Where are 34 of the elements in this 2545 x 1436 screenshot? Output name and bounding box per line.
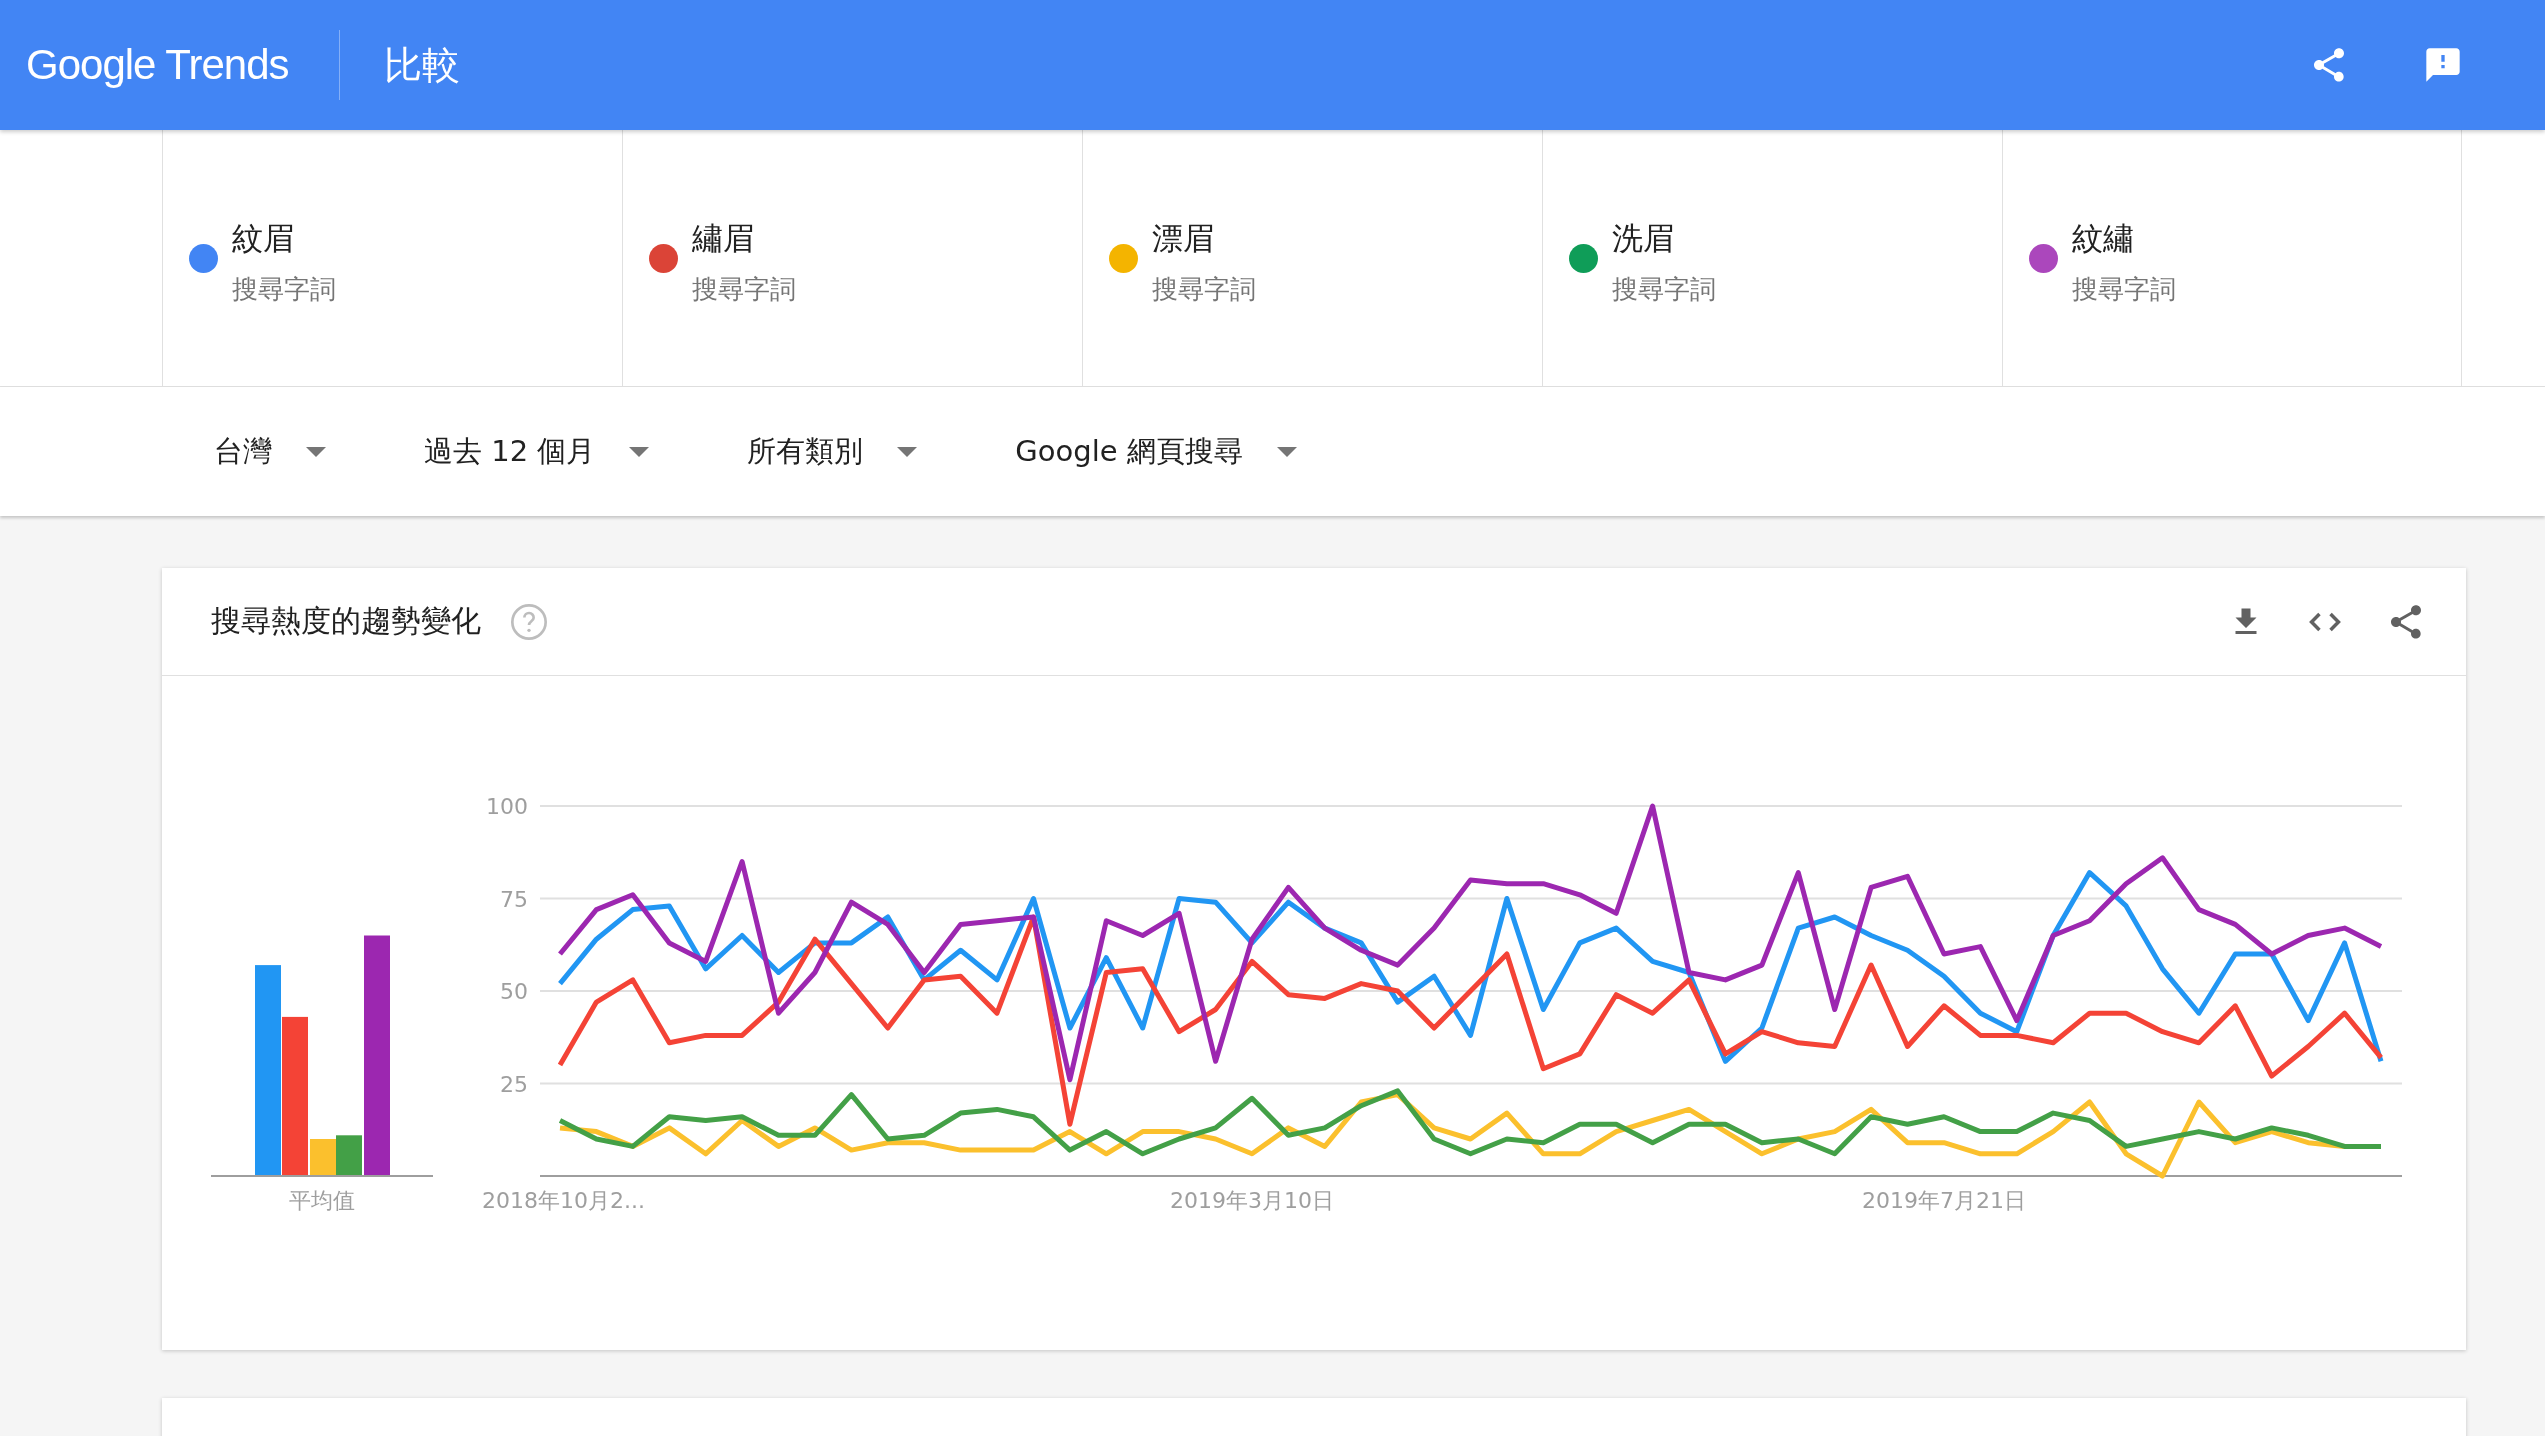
x-axis-label: 2018年10月2... [482,1188,645,1213]
logo[interactable]: Google Trends [26,41,289,89]
axis-label: 平均值 [289,1188,355,1213]
y-axis-label: 75 [500,886,528,912]
term-card[interactable]: 漂眉 搜尋字詞 [1082,130,1542,386]
term-type: 搜尋字詞 [2072,273,2176,306]
caret-icon [629,446,650,457]
filter-dropdown[interactable]: Google 網頁搜尋 [1001,421,1311,482]
caret-icon [897,446,918,457]
term-name: 漂眉 [1152,219,1215,258]
filter-dropdown[interactable]: 台灣 [200,421,340,482]
term-type: 搜尋字詞 [1152,273,1256,306]
filter-dropdown[interactable]: 過去 12 個月 [410,421,664,482]
term-name: 紋繡 [2072,219,2135,258]
term-type: 搜尋字詞 [232,273,336,306]
card-title: 搜尋熱度的趨勢變化 [211,602,481,640]
term-type: 搜尋字詞 [692,273,796,306]
caret-icon [306,446,326,457]
x-axis-label: 2019年7月21日 [1861,1188,2026,1213]
term-card[interactable]: 紋眉 搜尋字詞 [162,130,622,386]
x-axis-label: 2019年3月10日 [1170,1188,1334,1213]
y-axis-label: 50 [500,979,528,1004]
caret-icon [1276,446,1297,457]
term-name: 繡眉 [692,219,755,258]
page-title: 比較 [383,41,460,89]
term-type: 搜尋字詞 [1612,273,1716,306]
term-name: 洗眉 [1612,219,1675,258]
y-axis-label: 100 [486,794,528,819]
term-card[interactable]: 繡眉 搜尋字詞 [622,130,1082,386]
filter-dropdown[interactable]: 所有類別 [733,421,932,482]
y-axis-label: 25 [500,1071,528,1097]
term-name: 紋眉 [232,219,295,258]
term-card[interactable]: 洗眉 搜尋字詞 [1542,130,2002,386]
term-card[interactable]: 紋繡 搜尋字詞 [2002,130,2462,386]
